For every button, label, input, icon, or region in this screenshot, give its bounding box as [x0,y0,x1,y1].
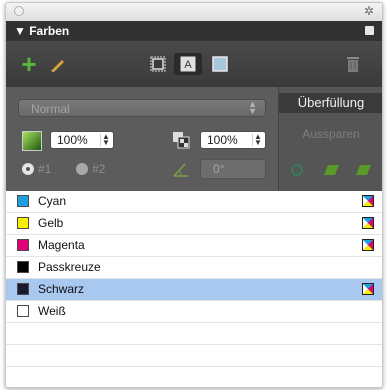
swatch-name: Schwarz [38,282,85,296]
tint-value: 100% [207,133,238,147]
list-item[interactable]: Weiß [6,301,382,323]
panel-header: ▼ Farben [6,21,382,41]
plus-icon[interactable]: + [18,51,40,77]
list-item[interactable]: Cyan [6,191,382,213]
text-swatch-label: A [184,59,192,71]
stroke-swatch-icon[interactable] [146,53,170,75]
radio-1[interactable] [22,163,34,175]
knockout-label[interactable]: Aussparen [279,127,382,141]
reset-icon[interactable] [289,163,307,177]
swatch-color [17,283,29,295]
chevron-updown-icon: ▲ ▼ [248,99,257,116]
fill-swatch-icon[interactable] [208,53,232,75]
radio-2-label: #2 [92,162,106,176]
panel-titlebar: ✲ [6,3,382,21]
opacity-value: 100% [57,133,88,147]
cmyk-process-icon [362,195,374,207]
swatch-color [17,217,29,229]
controls-sub: Normal ▲ ▼ 100% ▲ ▼ 100% ▲ ▼ #1 #2 0° Üb… [6,87,382,191]
stepper-arrows-icon[interactable]: ▲ ▼ [252,133,263,147]
swatch-name: Cyan [38,194,67,208]
blend-mode-select[interactable]: Normal ▲ ▼ [18,99,266,117]
tint-stepper[interactable]: 100% ▲ ▼ [200,131,266,149]
list-empty-row [6,345,382,367]
opacity-stepper[interactable]: 100% ▲ ▼ [50,131,114,149]
text-swatch-button[interactable]: A [174,53,202,75]
blend-mode-value: Normal [31,102,70,116]
swatch-name: Passkreuze [38,260,101,274]
overprint-fill-icon[interactable] [323,163,341,177]
list-item[interactable]: Passkreuze [6,257,382,279]
swatch-name: Magenta [38,238,85,252]
angle-value: 0° [213,162,225,176]
swatch-list: Cyan Gelb Magenta Passkreuze Schwarz Wei… [6,191,382,387]
swatch-color [17,239,29,251]
swatch-color [17,195,29,207]
swatches-panel: ✲ ▼ Farben + A Normal ▲ ▼ 100% ▲ ▼ 100% … [5,2,383,388]
cmyk-process-icon [362,283,374,295]
tint-icon [172,131,190,149]
list-empty-row [6,323,382,345]
angle-icon [172,161,190,179]
list-item[interactable]: Magenta [6,235,382,257]
overprint-section: Überfüllung Aussparen [278,87,382,191]
cmyk-process-icon [362,217,374,229]
gear-icon[interactable]: ✲ [364,4,374,18]
swatch-color [17,305,29,317]
swatch-name: Gelb [38,216,64,230]
overprint-stroke-icon[interactable] [355,163,373,177]
stepper-arrows-icon[interactable]: ▲ ▼ [100,133,111,147]
circle-close-icon[interactable] [14,6,24,16]
controls-area: + A Normal ▲ ▼ 100% ▲ ▼ 100% ▲ ▼ #1 #2 0… [6,41,382,191]
swatch-color [17,261,29,273]
radio-1-label: #1 [38,162,52,176]
list-item[interactable]: Schwarz [6,279,382,301]
panel-menu-icon[interactable] [365,26,374,35]
swatch-name: Weiß [38,304,66,318]
overprint-header: Überfüllung [279,93,382,113]
angle-field[interactable]: 0° [200,159,266,179]
list-item[interactable]: Gelb [6,213,382,235]
toolbar: + A [6,41,382,87]
trash-icon[interactable] [344,53,362,75]
panel-title[interactable]: ▼ Farben [14,24,69,38]
cmyk-process-icon [362,239,374,251]
gradient-icon [22,131,42,151]
radio-2[interactable] [76,163,88,175]
pencil-icon[interactable] [46,53,70,75]
list-empty-row [6,367,382,387]
